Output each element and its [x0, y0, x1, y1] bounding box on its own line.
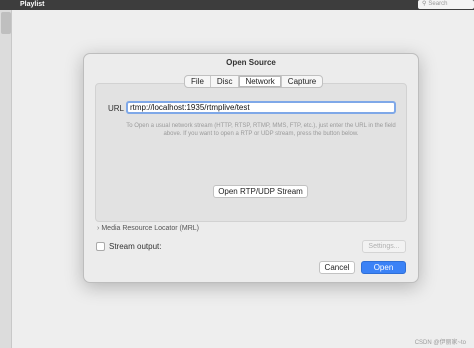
chevron-right-icon: ›	[97, 225, 100, 232]
top-bar: Playlist ⚲ Search	[0, 0, 474, 10]
open-source-dialog: Open Source URL To Open a usual network …	[83, 53, 419, 283]
url-label: URL	[108, 104, 125, 113]
search-placeholder: Search	[428, 1, 448, 7]
source-tabs: File Disc Network Capture	[184, 75, 324, 88]
dialog-title: Open Source	[226, 58, 276, 67]
stream-output-checkbox[interactable]	[96, 242, 105, 251]
open-rtp-udp-stream-button[interactable]: Open RTP/UDP Stream	[213, 185, 308, 198]
url-input[interactable]	[126, 101, 396, 114]
network-panel: URL To Open a usual network stream (HTTP…	[95, 83, 407, 222]
playlist-title: Playlist	[20, 1, 45, 8]
tab-capture[interactable]: Capture	[282, 76, 322, 87]
stream-output-row: Stream output:	[96, 242, 161, 251]
sidebar	[0, 10, 12, 348]
sidebar-scroll-handle[interactable]	[1, 12, 11, 34]
mrl-disclosure[interactable]: › Media Resource Locator (MRL)	[97, 225, 199, 232]
settings-button[interactable]: Settings...	[362, 240, 406, 253]
stream-output-label: Stream output:	[109, 242, 162, 251]
search-icon: ⚲	[422, 1, 427, 7]
search-field[interactable]: ⚲ Search	[418, 0, 474, 9]
open-button[interactable]: Open	[361, 261, 406, 274]
mrl-label: Media Resource Locator (MRL)	[101, 225, 199, 232]
cancel-button[interactable]: Cancel	[319, 261, 355, 274]
tab-network[interactable]: Network	[239, 76, 282, 87]
tab-disc[interactable]: Disc	[211, 76, 240, 87]
watermark: CSDN @伊丽家~to	[414, 340, 466, 346]
tab-file[interactable]: File	[185, 76, 211, 87]
network-hint-text: To Open a usual network stream (HTTP, RT…	[126, 123, 396, 137]
